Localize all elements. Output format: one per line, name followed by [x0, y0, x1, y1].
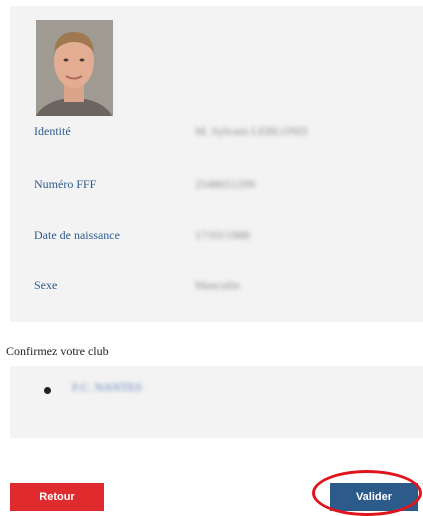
field-value-sex: Masculin [195, 278, 240, 292]
club-radio-button[interactable] [44, 387, 51, 394]
field-label-sex: Sexe [34, 278, 58, 292]
field-value-identity: M. Sylvain LEBLOND [195, 124, 308, 138]
club-option-label[interactable]: F.C. NANTES [72, 380, 142, 395]
back-button[interactable]: Retour [10, 483, 104, 511]
field-value-birth-date: 17/03/1988 [195, 228, 250, 242]
club-section-title: Confirmez votre club [6, 344, 109, 358]
field-value-fff-number: 2548651299 [195, 177, 255, 191]
avatar [36, 20, 113, 116]
validate-button[interactable]: Valider [330, 483, 418, 511]
field-label-identity: Identité [34, 124, 71, 138]
avatar-photo [36, 20, 113, 116]
field-label-fff-number: Numéro FFF [34, 177, 97, 191]
club-selection-panel: F.C. NANTES [10, 366, 423, 438]
profile-panel: Identité M. Sylvain LEBLOND Numéro FFF 2… [10, 6, 423, 322]
field-label-birth-date: Date de naissance [34, 228, 120, 242]
